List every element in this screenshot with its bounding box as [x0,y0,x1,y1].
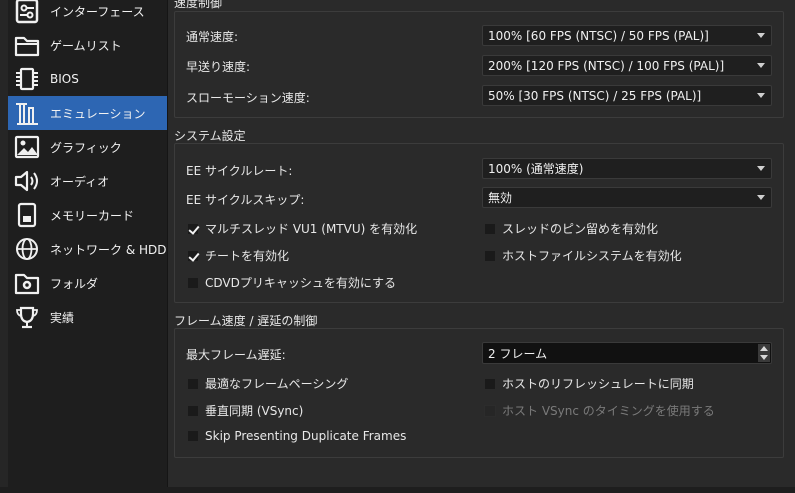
bottom-bar [0,487,795,493]
sidebar-item-label: フォルダ [50,276,99,291]
slow-motion-combo[interactable]: 50% [30 FPS (NTSC) / 25 FPS (PAL)] [482,85,772,106]
cheats-checkbox[interactable]: チートを有効化 [187,247,289,264]
sidebar-item-achievements[interactable]: 実績 [8,300,167,334]
sidebar-item-label: メモリーカード [50,208,135,223]
checkbox-box [484,404,496,417]
trophy-icon [12,302,42,332]
image-icon [12,132,42,162]
optimal-frame-pacing-checkbox[interactable]: 最適なフレームペーシング [187,375,348,392]
sidebar-item-label: インターフェース [50,4,145,19]
memory-card-icon [12,200,42,230]
sync-host-refresh-label: ホストのリフレッシュレートに同期 [502,377,694,391]
ee-cycle-rate-label: EE サイクルレート: [186,164,293,178]
sidebar-item-graphics[interactable]: グラフィック [8,130,167,164]
sidebar-strip [0,0,8,493]
ee-cycle-skip-combo[interactable]: 無効 [482,187,772,208]
spin-down-icon [760,355,768,360]
system-settings-title: システム設定 [174,129,246,143]
sidebar-item-folders[interactable]: フォルダ [8,266,167,300]
host-filesystem-label: ホストファイルシステムを有効化 [502,249,682,263]
checkbox-box [484,222,496,235]
sidebar-item-label: BIOS [50,72,79,86]
thread-pinning-checkbox[interactable]: スレッドのピン留めを有効化 [484,220,658,237]
cdvd-precache-label: CDVDプリキャッシュを有効にする [205,276,396,290]
chevron-down-icon [757,33,765,38]
vsync-checkbox[interactable]: 垂直同期 (VSync) [187,402,303,419]
globe-icon [12,234,42,264]
sidebar-item-bios[interactable]: BIOS [8,62,167,96]
sidebar-item-label: グラフィック [50,140,122,155]
sidebar-item-label: オーディオ [50,174,110,189]
host-vsync-timing-checkbox[interactable]: ホスト VSync のタイミングを使用する [484,402,715,419]
folder-icon [12,30,42,60]
vsync-label: 垂直同期 (VSync) [205,404,304,418]
host-filesystem-checkbox[interactable]: ホストファイルシステムを有効化 [484,247,682,264]
sidebar-item-label: ゲームリスト [50,38,122,53]
skip-duplicate-frames-checkbox[interactable]: Skip Presenting Duplicate Frames [187,429,406,443]
emulation-icon [12,98,42,128]
mtvu-checkbox[interactable]: マルチスレッド VU1 (MTVU) を有効化 [187,220,417,237]
ee-cycle-rate-value: 100% (通常速度) [488,162,584,176]
chevron-down-icon [757,166,765,171]
chip-icon [12,64,42,94]
interface-icon [12,0,42,26]
thread-pinning-label: スレッドのピン留めを有効化 [502,222,659,236]
sidebar-item-audio[interactable]: オーディオ [8,164,167,198]
checkbox-box [187,222,199,235]
sidebar-item-label: 実績 [50,310,75,325]
sidebar-item-game-list[interactable]: ゲームリスト [8,28,167,62]
mtvu-label: マルチスレッド VU1 (MTVU) を有効化 [205,222,418,236]
sync-host-refresh-checkbox[interactable]: ホストのリフレッシュレートに同期 [484,375,694,392]
normal-speed-label: 通常速度: [186,30,239,44]
checkbox-box [187,430,199,442]
slow-motion-value: 50% [30 FPS (NTSC) / 25 FPS (PAL)] [488,88,702,103]
cheats-label: チートを有効化 [205,249,290,263]
fast-forward-combo[interactable]: 200% [120 FPS (NTSC) / 100 FPS (PAL)] [482,55,772,76]
checkbox-box [484,377,496,390]
checkbox-box [187,404,199,417]
spin-up-icon [760,346,768,351]
cdvd-precache-checkbox[interactable]: CDVDプリキャッシュを有効にする [187,274,396,291]
spin-buttons[interactable] [758,344,770,362]
speaker-icon [12,166,42,196]
checkbox-box [187,249,199,262]
sidebar-item-label: ネットワーク & HDD [50,242,167,257]
sidebar-item-interface[interactable]: インターフェース [8,0,167,28]
speed-control-title: 速度制御 [174,0,223,10]
folder-gear-icon [12,268,42,298]
skip-duplicate-frames-label: Skip Presenting Duplicate Frames [205,429,407,443]
sidebar-item-emulation[interactable]: エミュレーション [8,96,167,130]
max-frame-latency-spinbox[interactable]: 2 フレーム [482,342,772,364]
sidebar-item-label: エミュレーション [50,106,146,121]
fast-forward-label: 早送り速度: [186,60,251,74]
slow-motion-label: スローモーション速度: [186,91,310,105]
fast-forward-value: 200% [120 FPS (NTSC) / 100 FPS (PAL)] [488,58,725,73]
chevron-down-icon [757,93,765,98]
sidebar-item-memory-card[interactable]: メモリーカード [8,198,167,232]
normal-speed-value: 100% [60 FPS (NTSC) / 50 FPS (PAL)] [488,28,709,43]
chevron-down-icon [757,63,765,68]
ee-cycle-skip-label: EE サイクルスキップ: [186,193,305,207]
max-frame-latency-value: 2 フレーム [488,346,548,361]
checkbox-box [187,377,199,390]
optimal-frame-pacing-label: 最適なフレームペーシング [205,377,349,391]
settings-panel: 速度制御 通常速度: 100% [60 FPS (NTSC) / 50 FPS … [168,0,795,493]
host-vsync-timing-label: ホスト VSync のタイミングを使用する [502,404,715,418]
ee-cycle-skip-value: 無効 [488,191,513,205]
frame-pacing-title: フレーム速度 / 遅延の制御 [174,314,318,328]
checkbox-box [484,249,496,262]
max-frame-latency-label: 最大フレーム遅延: [186,348,286,362]
sidebar-item-network-hdd[interactable]: ネットワーク & HDD [8,232,167,266]
settings-sidebar: インターフェース ゲームリスト BIOS エミュレーション グラフィック オーデ… [0,0,168,493]
checkbox-box [187,276,199,289]
ee-cycle-rate-combo[interactable]: 100% (通常速度) [482,158,772,179]
normal-speed-combo[interactable]: 100% [60 FPS (NTSC) / 50 FPS (PAL)] [482,25,772,46]
chevron-down-icon [757,195,765,200]
